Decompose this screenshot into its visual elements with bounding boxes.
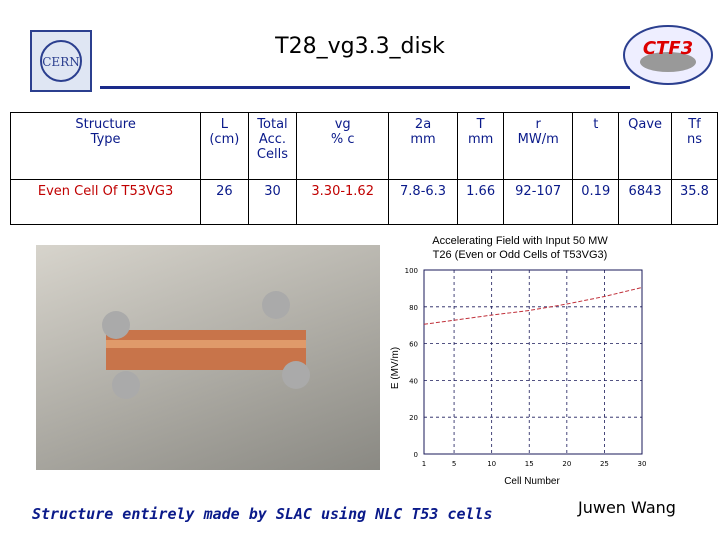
header-qave: Qave xyxy=(618,112,672,180)
author-name: Juwen Wang xyxy=(578,498,676,517)
header-T: Tmm xyxy=(457,112,505,180)
header-tf: Tf ns xyxy=(670,112,719,180)
cell-vg: 3.30-1.62 xyxy=(296,179,389,225)
header-2a: 2a mm xyxy=(387,112,459,180)
x-tick-label: 25 xyxy=(600,460,609,468)
header-r: r MW/m xyxy=(503,112,574,180)
cell-cells: 30 xyxy=(247,179,298,225)
x-tick-label: 20 xyxy=(562,460,571,468)
y-tick-label: 40 xyxy=(409,377,418,385)
x-tick-label: 15 xyxy=(525,460,534,468)
x-axis-label: Cell Number xyxy=(504,476,560,487)
chart-title: Accelerating Field with Input 50 MW xyxy=(432,235,608,247)
cell-structure: Even Cell Of T53VG3 xyxy=(9,179,202,225)
y-tick-label: 80 xyxy=(409,304,418,312)
parameter-table: Structure Type L (cm) Total Acc. Cells vg% c… xyxy=(9,112,719,225)
cell-tf: 35.8 xyxy=(670,179,719,225)
ctf3-logo: CTF3 xyxy=(622,24,714,86)
x-tick-label: 1 xyxy=(422,460,426,468)
footer-note: Structure entirely made by SLAC using NL… xyxy=(32,505,493,523)
header-structure-type: Structure Type xyxy=(9,112,202,180)
y-tick-label: 20 xyxy=(409,414,418,422)
plot-frame xyxy=(423,269,643,455)
cell-qave: 6843 xyxy=(618,179,672,225)
cell-r: 92-107 xyxy=(503,179,574,225)
y-tick-label: 60 xyxy=(409,341,418,349)
y-tick-label: 0 xyxy=(414,451,418,459)
structure-photo xyxy=(36,245,380,470)
x-tick-label: 30 xyxy=(638,460,647,468)
svg-text:CTF3: CTF3 xyxy=(643,38,693,59)
title-rule xyxy=(100,86,630,89)
field-chart: Accelerating Field with Input 50 MW T26 … xyxy=(390,235,647,487)
header-length: L (cm) xyxy=(200,112,249,180)
cell-T: 1.66 xyxy=(457,179,505,225)
y-axis-label: E (MV/m) xyxy=(390,347,401,389)
cell-2a: 7.8-6.3 xyxy=(387,179,459,225)
x-tick-label: 5 xyxy=(452,460,456,468)
x-tick-label: 10 xyxy=(487,460,496,468)
chart-subtitle: T26 (Even or Odd Cells of T53VG3) xyxy=(433,249,608,261)
page-title: T28_vg3.3_disk xyxy=(275,34,445,59)
header-vg: vg% c xyxy=(296,112,389,180)
header-t: t xyxy=(572,112,620,180)
field-series-line xyxy=(423,286,643,325)
cell-t: 0.19 xyxy=(572,179,620,225)
y-tick-label: 100 xyxy=(405,267,418,275)
cell-length: 26 xyxy=(200,179,249,225)
header-cells: Total Acc. Cells xyxy=(247,112,298,180)
